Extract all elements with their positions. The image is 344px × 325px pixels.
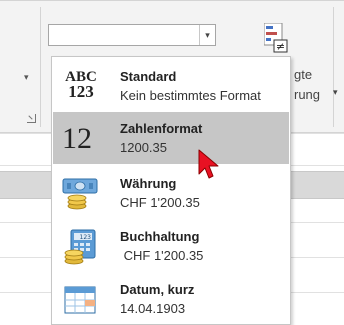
123-glyph: 123 (68, 82, 94, 101)
format-option-datum-kurz[interactable]: Datum, kurz 14.04.1903 (53, 273, 289, 324)
combo-dropdown-arrow[interactable]: ▾ (199, 25, 215, 45)
chevron-down-icon[interactable]: ▾ (24, 72, 29, 83)
number-format-dropdown: ABC 123 Standard Kein bestimmtes Format … (51, 56, 291, 325)
dialog-launcher-icon[interactable] (27, 114, 36, 123)
option-title: Standard (120, 69, 177, 84)
option-sample: Kein bestimmtes Format (120, 88, 261, 103)
format-option-waehrung[interactable]: Währung CHF 1'200.35 (53, 167, 289, 219)
ribbon-button-label-line2[interactable]: rung (294, 87, 320, 102)
number-format-combo[interactable]: ▾ (48, 24, 216, 46)
option-title: Zahlenformat (120, 121, 203, 136)
conditional-formatting-icon[interactable]: ≠ (264, 23, 288, 53)
option-sample: CHF 1'200.35 (120, 248, 204, 263)
option-title: Währung (120, 176, 177, 191)
option-title: Buchhaltung (120, 229, 200, 244)
option-sample: 1200.35 (120, 140, 167, 155)
ribbon-button-label-line1[interactable]: gte (294, 67, 312, 82)
number-12-icon: 12 (62, 122, 92, 155)
format-option-standard[interactable]: ABC 123 Standard Kein bestimmtes Format (53, 60, 289, 112)
calculator-display-text: 123 (80, 234, 92, 241)
group-separator-right (333, 7, 334, 127)
option-title: Datum, kurz (120, 282, 195, 297)
group-separator-left (40, 7, 41, 127)
svg-text:≠: ≠ (276, 40, 285, 53)
format-option-buchhaltung[interactable]: 123 Buchhaltung CHF 1'200.35 (53, 220, 289, 272)
ribbon-button-arrow[interactable]: ▾ (333, 87, 338, 98)
accounting-icon: 123 (64, 229, 96, 265)
currency-icon (62, 178, 98, 210)
mouse-cursor-icon (198, 149, 219, 179)
format-option-zahlenformat[interactable]: 12 Zahlenformat 1200.35 (53, 112, 289, 164)
option-sample: CHF 1'200.35 (120, 195, 200, 210)
abc-123-icon: ABC 123 (63, 70, 99, 101)
option-sample: 14.04.1903 (120, 301, 186, 316)
calendar-icon (64, 286, 96, 314)
